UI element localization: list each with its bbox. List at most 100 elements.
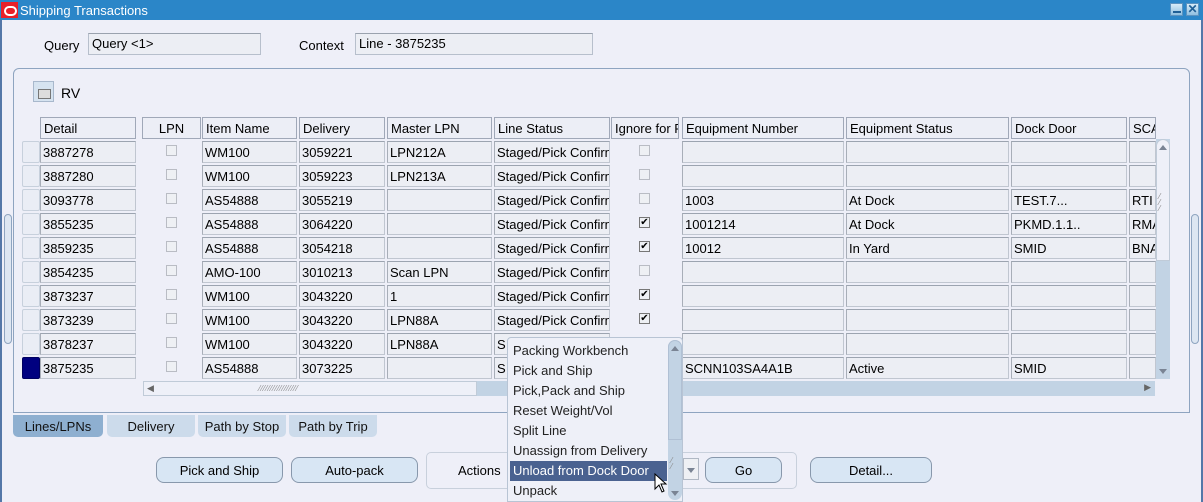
- cell-delivery[interactable]: 3055219: [299, 189, 385, 211]
- row-selector[interactable]: [22, 165, 40, 187]
- lpn-checkbox[interactable]: [165, 313, 177, 324]
- row-selector[interactable]: [22, 237, 40, 259]
- minimize-icon[interactable]: [1170, 3, 1183, 16]
- cell-sca[interactable]: [1129, 165, 1156, 187]
- cell-sca[interactable]: BNA: [1129, 237, 1156, 259]
- cell-equip-status[interactable]: [846, 141, 1009, 163]
- lpn-checkbox[interactable]: [165, 265, 177, 276]
- cell-master-lpn[interactable]: 1: [387, 285, 492, 307]
- scroll-down-arrow-icon[interactable]: [1159, 369, 1167, 374]
- cell-delivery[interactable]: 3043220: [299, 309, 385, 331]
- cell-master-lpn[interactable]: [387, 213, 492, 235]
- cell-master-lpn[interactable]: [387, 189, 492, 211]
- cell-equip-num[interactable]: 10012: [682, 237, 844, 259]
- dropdown-option-pick-pack-and-ship[interactable]: Pick,Pack and Ship: [510, 381, 667, 401]
- lpn-checkbox[interactable]: [165, 145, 177, 156]
- cell-detail[interactable]: 3873237: [40, 285, 136, 307]
- cell-detail[interactable]: 3859235: [40, 237, 136, 259]
- ignore-for-planning-checkbox[interactable]: ✔: [639, 313, 650, 324]
- auto-pack-button[interactable]: Auto-pack: [291, 457, 418, 483]
- close-icon[interactable]: ✕: [1186, 3, 1199, 16]
- pick-and-ship-button[interactable]: Pick and Ship: [156, 457, 283, 483]
- scroll-up-arrow-icon[interactable]: [671, 346, 679, 351]
- scroll-up-arrow-icon[interactable]: [1159, 145, 1167, 150]
- cell-detail[interactable]: 3093778: [40, 189, 136, 211]
- tab-lines-lpns[interactable]: Lines/LPNs: [13, 415, 103, 437]
- cell-equip-status[interactable]: [846, 165, 1009, 187]
- column-header-equip-status[interactable]: Equipment Status: [846, 117, 1009, 139]
- column-header-lpn[interactable]: LPN: [142, 117, 201, 139]
- cell-dock-door[interactable]: TEST.7...: [1011, 189, 1127, 211]
- lpn-checkbox[interactable]: [165, 241, 177, 252]
- row-selector[interactable]: [22, 189, 40, 211]
- column-header-dock-door[interactable]: Dock Door: [1011, 117, 1127, 139]
- cell-equip-num[interactable]: 1001214: [682, 213, 844, 235]
- cell-dock-door[interactable]: SMID: [1011, 237, 1127, 259]
- cell-sca[interactable]: [1129, 333, 1156, 355]
- row-selector[interactable]: [22, 213, 40, 235]
- cell-equip-num[interactable]: [682, 309, 844, 331]
- row-selector[interactable]: [22, 285, 40, 307]
- scroll-down-arrow-icon[interactable]: [671, 491, 679, 496]
- cell-line-status[interactable]: Staged/Pick Confirm: [494, 237, 610, 259]
- column-header-line-status[interactable]: Line Status: [494, 117, 610, 139]
- dropdown-scrollbar[interactable]: ⁄ ⁄: [668, 340, 682, 500]
- query-field[interactable]: Query <1>: [88, 33, 261, 55]
- dropdown-option-unpack[interactable]: Unpack: [510, 481, 667, 501]
- column-header-equip-num[interactable]: Equipment Number: [682, 117, 844, 139]
- scroll-left-arrow-icon[interactable]: ◀: [147, 383, 154, 394]
- column-header-ignore[interactable]: Ignore for P: [611, 117, 679, 139]
- dropdown-option-unload-from-dock-door[interactable]: Unload from Dock Door: [510, 461, 667, 481]
- cell-item[interactable]: AMO-100: [202, 261, 297, 283]
- cell-sca[interactable]: [1129, 285, 1156, 307]
- column-header-detail[interactable]: Detail: [40, 117, 136, 139]
- cell-sca[interactable]: [1129, 357, 1156, 379]
- lpn-checkbox[interactable]: [165, 169, 177, 180]
- cell-delivery[interactable]: 3059221: [299, 141, 385, 163]
- cell-item[interactable]: WM100: [202, 333, 297, 355]
- column-header-delivery[interactable]: Delivery: [299, 117, 385, 139]
- cell-detail[interactable]: 3887278: [40, 141, 136, 163]
- cell-delivery[interactable]: 3043220: [299, 333, 385, 355]
- cell-equip-status[interactable]: In Yard: [846, 237, 1009, 259]
- cell-item[interactable]: WM100: [202, 141, 297, 163]
- cell-delivery[interactable]: 3064220: [299, 213, 385, 235]
- cell-dock-door[interactable]: [1011, 165, 1127, 187]
- dropdown-option-reset-weight-vol[interactable]: Reset Weight/Vol: [510, 401, 667, 421]
- horizontal-scroll-thumb[interactable]: ◀ ⁄⁄⁄⁄⁄⁄⁄⁄⁄⁄⁄⁄⁄⁄⁄⁄⁄: [143, 381, 477, 396]
- cell-dock-door[interactable]: [1011, 309, 1127, 331]
- cell-equip-status[interactable]: Active: [846, 357, 1009, 379]
- cell-dock-door[interactable]: [1011, 333, 1127, 355]
- cell-equip-status[interactable]: At Dock: [846, 189, 1009, 211]
- cell-item[interactable]: AS54888: [202, 237, 297, 259]
- cell-item[interactable]: WM100: [202, 309, 297, 331]
- dropdown-option-packing-workbench[interactable]: Packing Workbench: [510, 341, 667, 361]
- context-field[interactable]: Line - 3875235: [355, 33, 593, 55]
- column-header-sca[interactable]: SCA: [1129, 117, 1156, 139]
- row-selector[interactable]: [22, 261, 40, 283]
- cell-equip-status[interactable]: At Dock: [846, 213, 1009, 235]
- cell-equip-status[interactable]: [846, 309, 1009, 331]
- row-selector[interactable]: [22, 333, 40, 355]
- cell-equip-num[interactable]: SCNN103SA4A1B: [682, 357, 844, 379]
- cell-master-lpn[interactable]: [387, 237, 492, 259]
- left-scroll-handle[interactable]: [4, 214, 12, 344]
- cell-delivery[interactable]: 3059223: [299, 165, 385, 187]
- folder-open-icon[interactable]: [33, 81, 54, 102]
- cell-item[interactable]: WM100: [202, 165, 297, 187]
- cell-equip-num[interactable]: [682, 261, 844, 283]
- ignore-for-planning-checkbox[interactable]: ✔: [639, 217, 650, 228]
- cell-sca[interactable]: [1129, 309, 1156, 331]
- cell-master-lpn[interactable]: LPN88A: [387, 309, 492, 331]
- dropdown-option-split-line[interactable]: Split Line: [510, 421, 667, 441]
- actions-dropdown-toggle[interactable]: [683, 458, 699, 480]
- cell-delivery[interactable]: 3073225: [299, 357, 385, 379]
- dropdown-option-unassign-from-delivery[interactable]: Unassign from Delivery: [510, 441, 667, 461]
- cell-sca[interactable]: RTI: [1129, 189, 1156, 211]
- ignore-for-planning-checkbox[interactable]: ✔: [639, 289, 650, 300]
- row-selector[interactable]: [22, 357, 40, 379]
- cell-master-lpn[interactable]: LPN88A: [387, 333, 492, 355]
- cell-detail[interactable]: 3855235: [40, 213, 136, 235]
- tab-delivery[interactable]: Delivery: [107, 415, 195, 437]
- cell-dock-door[interactable]: [1011, 141, 1127, 163]
